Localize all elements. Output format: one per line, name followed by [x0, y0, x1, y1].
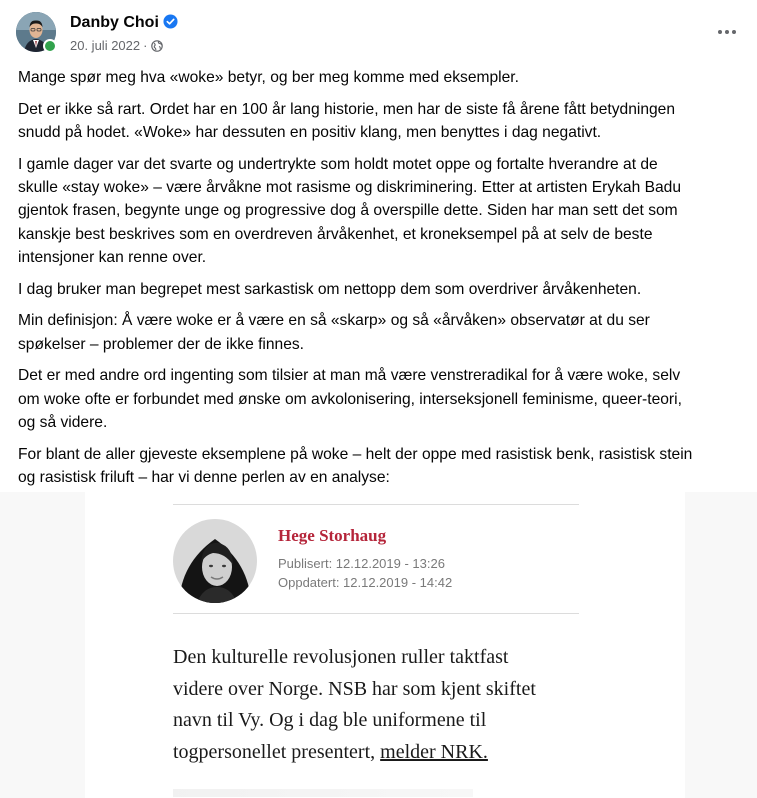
post-paragraph: Min definisjon: Å være woke er å være en… — [18, 309, 748, 356]
post-text: Mange spør meg hva «woke» betyr, og ber … — [18, 66, 748, 497]
post-header: Danby Choi 20. juli 2022 · — [0, 0, 757, 66]
article-author-name: Hege Storhaug — [278, 526, 387, 545]
text-line: For blant de aller gjeveste eksemplene p… — [18, 445, 693, 463]
post-meta: 20. juli 2022 · — [70, 38, 164, 54]
text-line: I gamle dager var det svarte og undertry… — [18, 155, 658, 173]
text-line: snudd på hodet. «Woke» har dessuten en p… — [18, 123, 602, 141]
text-line: I dag bruker man begrepet mest sarkastis… — [18, 280, 642, 298]
more-dot — [725, 30, 729, 34]
text-line: Det er ikke så rart. Ordet har en 100 år… — [18, 100, 676, 118]
post-paragraph: Det er med andre ord ingenting som tilsi… — [18, 364, 748, 434]
text-line: Mange spør meg hva «woke» betyr, og ber … — [18, 69, 519, 86]
post-paragraph: For blant de aller gjeveste eksemplene p… — [18, 443, 748, 490]
online-status-dot — [43, 39, 57, 53]
meta-separator: · — [143, 38, 148, 53]
text-line: Min definisjon: Å være woke er å være en… — [18, 312, 650, 330]
post-image[interactable]: Hege Storhaug Publisert: 12.12.2019 - 13… — [0, 492, 757, 798]
divider — [173, 613, 579, 614]
text-line: om woke ofte er forbundet med ønske om a… — [18, 390, 682, 408]
text-line: skulle «stay woke» – være årvåkne mot ra… — [18, 178, 682, 196]
article-line: Den kulturelle revolusjonen ruller taktf… — [173, 646, 509, 668]
more-options-icon[interactable] — [712, 20, 742, 44]
text-line: og så videre. — [18, 413, 108, 431]
divider — [173, 504, 579, 505]
text-line: og rasistisk friluft – har vi denne perl… — [18, 468, 390, 486]
article-line: videre over Norge. NSB har som kjent ski… — [173, 677, 536, 700]
article-screenshot: Hege Storhaug Publisert: 12.12.2019 - 13… — [85, 492, 685, 798]
article-line-last: togpersonellet presentert, melder NRK. — [173, 737, 643, 769]
article-body: Den kulturelle revolusjonen ruller taktf… — [173, 642, 643, 768]
text-line: gjentok frasen, begynte unge og progress… — [18, 202, 678, 220]
more-dot — [718, 30, 722, 34]
article-published-time: Publisert: 12.12.2019 - 13:26 — [278, 556, 445, 571]
post-paragraph: Mange spør meg hva «woke» betyr, og ber … — [18, 66, 748, 89]
article-author-photo — [173, 519, 257, 603]
post-paragraph: Det er ikke så rart. Ordet har en 100 år… — [18, 98, 748, 145]
globe-icon[interactable] — [151, 40, 164, 52]
article-source-link: melder NRK. — [380, 740, 488, 763]
author-avatar[interactable] — [16, 12, 57, 53]
text-line: kanskje best beskrives som en overdreven… — [18, 225, 653, 243]
more-dot — [732, 30, 736, 34]
text-line: spøkelser – problemer der de ikke finnes… — [18, 335, 305, 353]
text-line: Det er med andre ord ingenting som tilsi… — [18, 367, 681, 385]
post-paragraph: I dag bruker man begrepet mest sarkastis… — [18, 278, 748, 301]
article-updated-time: Oppdatert: 12.12.2019 - 14:42 — [278, 575, 453, 590]
article-line-text: togpersonellet presentert, — [173, 740, 381, 763]
author-name[interactable]: Danby Choi — [70, 13, 159, 33]
article-line: navn til Vy. Og i dag ble uniformene til — [173, 709, 487, 731]
post-date[interactable]: 20. juli 2022 — [70, 38, 140, 54]
text-line: intensjoner kan renne over. — [18, 248, 207, 266]
verified-badge-icon — [163, 14, 178, 29]
post-paragraph: I gamle dager var det svarte og undertry… — [18, 153, 748, 269]
cropped-text-line — [173, 789, 473, 797]
